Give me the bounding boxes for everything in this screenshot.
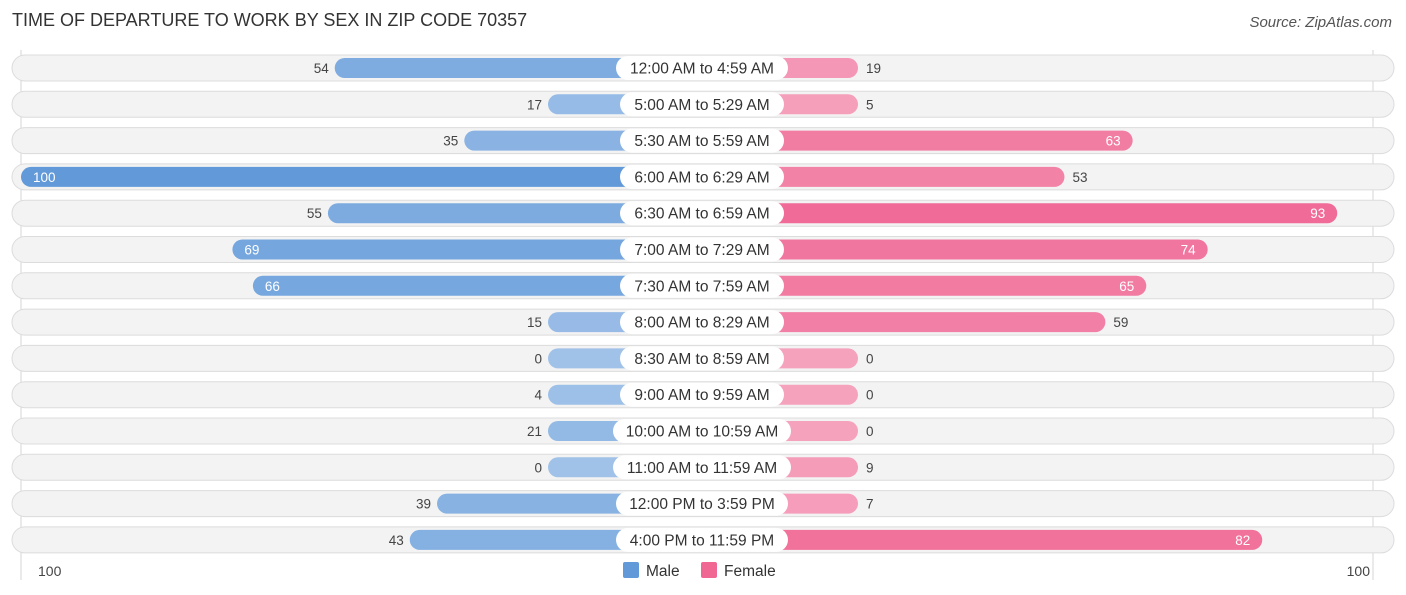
legend-label-female: Female xyxy=(724,563,776,580)
female-value-label: 53 xyxy=(1072,170,1087,185)
category-label: 8:00 AM to 8:29 AM xyxy=(634,315,769,332)
male-value-label: 0 xyxy=(534,351,542,366)
legend-swatch-female xyxy=(701,562,717,578)
female-value-label: 9 xyxy=(866,460,874,475)
male-value-label: 54 xyxy=(314,61,330,76)
axis-label-left: 100 xyxy=(38,563,62,579)
category-label: 12:00 AM to 4:59 AM xyxy=(630,61,774,78)
category-label: 5:00 AM to 5:29 AM xyxy=(634,97,769,114)
category-label: 7:30 AM to 7:59 AM xyxy=(634,278,769,295)
male-value-label: 39 xyxy=(416,497,431,512)
male-value-label: 21 xyxy=(527,424,542,439)
female-value-label: 82 xyxy=(1235,533,1250,548)
diverging-bar-chart: 54 19 12:00 AM to 4:59 AM 17 5 5:00 AM to 5:2… xyxy=(11,50,1395,580)
female-value-label: 65 xyxy=(1119,279,1134,294)
female-value-label: 59 xyxy=(1113,315,1128,330)
legend-label-male: Male xyxy=(646,563,680,580)
female-value-label: 5 xyxy=(866,97,874,112)
male-bar xyxy=(21,166,703,187)
female-bar xyxy=(703,203,1338,224)
axis-label-right: 100 xyxy=(1347,563,1371,579)
female-value-label: 0 xyxy=(866,388,874,403)
male-value-label: 43 xyxy=(389,533,404,548)
category-label: 4:00 PM to 11:59 PM xyxy=(630,532,774,549)
male-value-label: 4 xyxy=(534,388,542,403)
male-value-label: 17 xyxy=(527,97,542,112)
male-value-label: 69 xyxy=(244,243,259,258)
female-value-label: 74 xyxy=(1181,243,1197,258)
female-value-label: 7 xyxy=(866,497,874,512)
male-value-label: 15 xyxy=(527,315,542,330)
category-label: 7:00 AM to 7:29 AM xyxy=(634,242,769,259)
female-value-label: 63 xyxy=(1106,134,1121,149)
male-value-label: 35 xyxy=(443,134,458,149)
male-value-label: 66 xyxy=(265,279,280,294)
male-value-label: 100 xyxy=(33,170,56,185)
category-label: 9:00 AM to 9:59 AM xyxy=(634,387,769,404)
category-label: 8:30 AM to 8:59 AM xyxy=(634,351,769,368)
male-value-label: 55 xyxy=(307,206,322,221)
female-value-label: 93 xyxy=(1310,206,1325,221)
category-label: 10:00 AM to 10:59 AM xyxy=(626,424,779,441)
female-value-label: 0 xyxy=(866,424,874,439)
female-value-label: 0 xyxy=(866,351,874,366)
female-value-label: 19 xyxy=(866,61,881,76)
category-label: 6:30 AM to 6:59 AM xyxy=(634,206,769,223)
legend-swatch-male xyxy=(623,562,639,578)
category-label: 6:00 AM to 6:29 AM xyxy=(634,169,769,186)
category-label: 5:30 AM to 5:59 AM xyxy=(634,133,769,150)
category-label: 11:00 AM to 11:59 AM xyxy=(627,460,777,477)
male-value-label: 0 xyxy=(534,460,542,475)
category-label: 12:00 PM to 3:59 PM xyxy=(629,496,775,513)
